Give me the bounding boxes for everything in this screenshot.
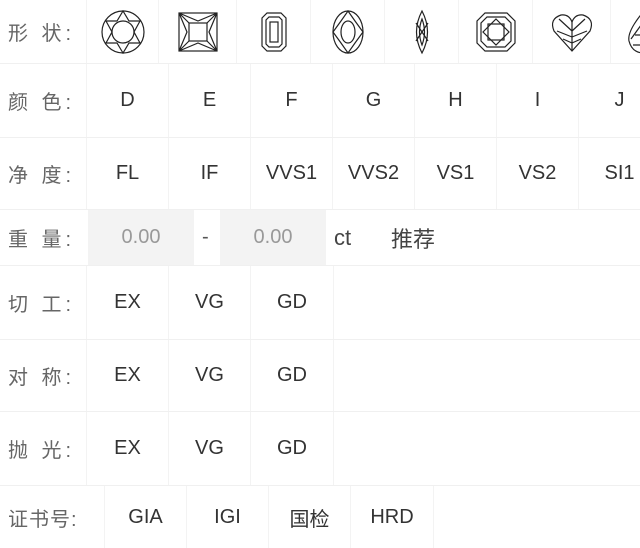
marquise-diamond-icon (415, 9, 428, 54)
weight-row: 重 量: 0.00 - 0.00 ct 推荐 (0, 210, 640, 266)
polish-row: 抛 光: EX VG GD (0, 412, 640, 486)
certificate-option[interactable]: 国检 (268, 486, 350, 548)
pear-diamond-icon (628, 14, 640, 53)
princess-diamond-icon (177, 11, 218, 52)
clarity-label: 净 度: (8, 165, 76, 187)
certificate-row: 证书号: GIA IGI 国检 HRD (0, 486, 640, 548)
clarity-option[interactable]: VVS1 (250, 138, 332, 209)
clarity-option[interactable]: VS1 (414, 138, 496, 209)
color-option[interactable]: G (332, 64, 414, 137)
certificate-option[interactable]: IGI (186, 486, 268, 548)
clarity-option[interactable]: VS2 (496, 138, 578, 209)
weight-label: 重 量: (8, 229, 76, 251)
heart-diamond-icon (551, 13, 592, 52)
polish-option[interactable]: VG (168, 412, 250, 485)
shape-marquise[interactable] (384, 0, 458, 63)
cut-label: 切 工: (8, 294, 76, 316)
cut-option[interactable]: VG (168, 266, 250, 339)
cut-row: 切 工: EX VG GD (0, 266, 640, 340)
cut-option[interactable]: EX (86, 266, 168, 339)
color-option[interactable]: E (168, 64, 250, 137)
cushion-diamond-icon (475, 11, 516, 52)
color-option[interactable]: J (578, 64, 640, 137)
shape-cushion[interactable] (458, 0, 532, 63)
shape-oval[interactable] (310, 0, 384, 63)
certificate-label: 证书号: (8, 508, 78, 531)
shape-row: 形 状: (0, 0, 640, 64)
shape-emerald[interactable] (236, 0, 310, 63)
clarity-option[interactable]: FL (86, 138, 168, 209)
weight-max-input[interactable]: 0.00 (220, 210, 326, 265)
symmetry-option[interactable]: GD (250, 340, 334, 411)
shape-round[interactable] (86, 0, 158, 63)
weight-unit: ct (334, 224, 352, 250)
symmetry-option[interactable]: EX (86, 340, 168, 411)
polish-label: 抛 光: (8, 440, 76, 462)
clarity-row: 净 度: FL IF VVS1 VVS2 VS1 VS2 SI1 (0, 138, 640, 210)
color-label: 颜 色: (8, 92, 76, 114)
shape-heart[interactable] (532, 0, 610, 63)
shape-pear[interactable] (610, 0, 640, 63)
clarity-option[interactable]: VVS2 (332, 138, 414, 209)
symmetry-row: 对 称: EX VG GD (0, 340, 640, 412)
polish-option[interactable]: EX (86, 412, 168, 485)
shape-princess[interactable] (158, 0, 236, 63)
weight-separator: - (202, 226, 209, 248)
polish-option[interactable]: GD (250, 412, 334, 485)
color-row: 颜 色: D E F G H I J (0, 64, 640, 138)
color-option[interactable]: F (250, 64, 332, 137)
symmetry-option[interactable]: VG (168, 340, 250, 411)
color-option[interactable]: I (496, 64, 578, 137)
shape-label: 形 状: (8, 23, 76, 45)
oval-diamond-icon (331, 9, 364, 54)
color-option[interactable]: H (414, 64, 496, 137)
emerald-diamond-icon (260, 11, 287, 52)
cut-option[interactable]: GD (250, 266, 334, 339)
round-diamond-icon (100, 9, 145, 54)
clarity-option[interactable]: IF (168, 138, 250, 209)
weight-min-input[interactable]: 0.00 (88, 210, 194, 265)
recommend-button[interactable]: 推荐 (391, 210, 435, 265)
symmetry-label: 对 称: (8, 367, 76, 389)
certificate-option[interactable]: GIA (104, 486, 186, 548)
clarity-option[interactable]: SI1 (578, 138, 640, 209)
color-option[interactable]: D (86, 64, 168, 137)
certificate-option[interactable]: HRD (350, 486, 434, 548)
